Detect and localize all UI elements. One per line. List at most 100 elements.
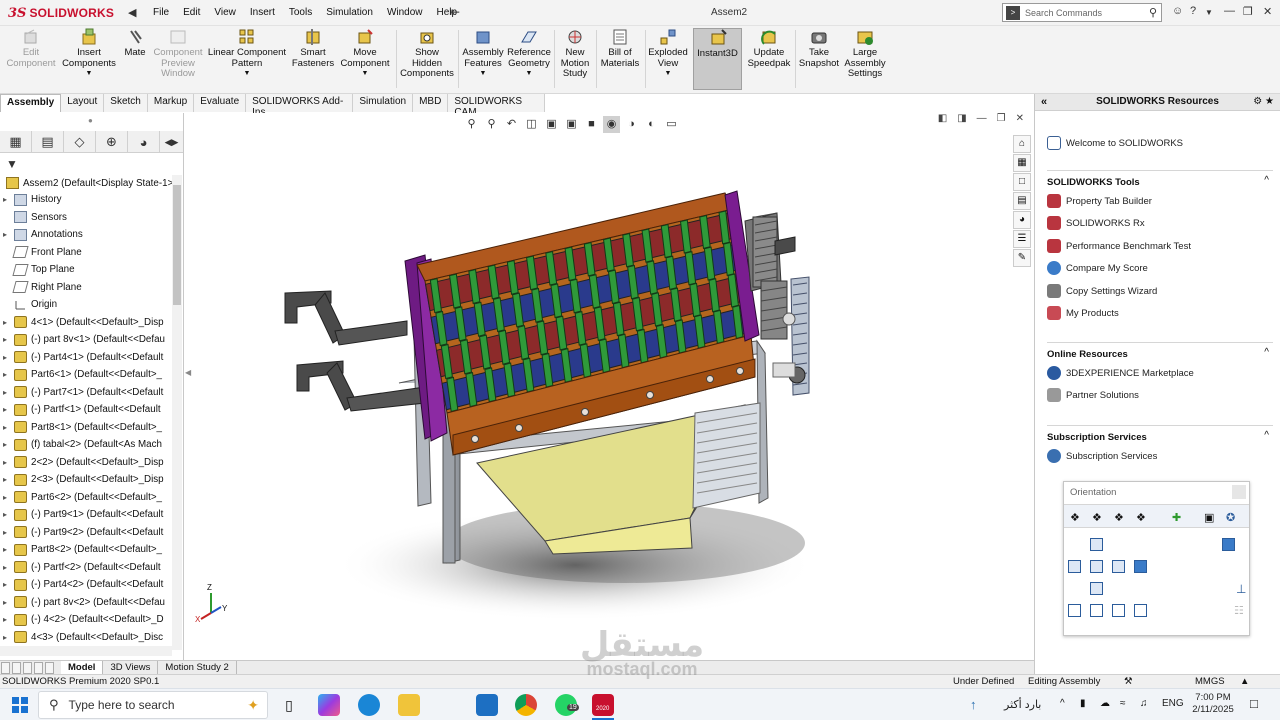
collapse-section-icon[interactable]: ^ bbox=[1264, 430, 1269, 441]
expand-arrow-icon[interactable]: ▸ bbox=[0, 440, 10, 449]
assembly-features-button[interactable]: Assembly Features ▼ bbox=[461, 28, 505, 90]
tree-item[interactable]: ▸ History bbox=[0, 191, 170, 209]
take-snapshot-button[interactable]: Take Snapshot bbox=[797, 28, 841, 90]
tree-item[interactable]: ▸ (-) Part4<2> (Default<<Default bbox=[0, 576, 170, 594]
help-dropdown-icon[interactable]: ▼ bbox=[1205, 8, 1213, 17]
expand-arrow-icon[interactable]: ▸ bbox=[0, 195, 10, 204]
menu-collapse-arrow-icon[interactable]: ◀ bbox=[128, 6, 138, 20]
copilot-icon[interactable] bbox=[318, 694, 340, 716]
tab-model[interactable]: Model bbox=[61, 661, 104, 674]
copy-settings-wizard-link[interactable]: Copy Settings Wizard bbox=[1047, 284, 1157, 298]
show-hidden-components-button[interactable]: Show Hidden Components bbox=[399, 28, 455, 90]
performance-benchmark-link[interactable]: Performance Benchmark Test bbox=[1047, 239, 1191, 253]
expand-arrow-icon[interactable]: ▸ bbox=[0, 580, 10, 589]
scroll-tab-icon[interactable] bbox=[45, 662, 54, 674]
collapse-task-pane-icon[interactable]: « bbox=[1041, 94, 1047, 110]
my-products-link[interactable]: My Products bbox=[1047, 306, 1119, 320]
tab-motion-study-2[interactable]: Motion Study 2 bbox=[158, 661, 237, 674]
pin-dialog-icon[interactable]: ✪ bbox=[1226, 511, 1235, 524]
insert-components-button[interactable]: Insert Components ▼ bbox=[60, 28, 118, 90]
smart-fasteners-button[interactable]: Smart Fasteners bbox=[290, 28, 336, 90]
update-speedpak-button[interactable]: Update Speedpak bbox=[746, 28, 792, 90]
expand-arrow-icon[interactable]: ▸ bbox=[0, 423, 10, 432]
design-library-tab-icon[interactable]: ▦ bbox=[1013, 154, 1031, 172]
taskbar-search-input[interactable]: ⚲ Type here to search ✦ bbox=[38, 691, 268, 719]
instant3d-button[interactable]: Instant3D bbox=[693, 28, 742, 90]
tab-scroll-arrows-icon[interactable]: ◀▶ bbox=[160, 131, 183, 153]
solidworks-rx-link[interactable]: SOLIDWORKS Rx bbox=[1047, 216, 1145, 230]
menu-window[interactable]: Window bbox=[380, 5, 430, 20]
shredder-3d-model[interactable] bbox=[185, 113, 1034, 660]
file-explorer-tab-icon[interactable]: □ bbox=[1013, 173, 1031, 191]
expand-arrow-icon[interactable]: ▸ bbox=[0, 563, 10, 572]
tree-item[interactable]: Right Plane bbox=[0, 279, 170, 297]
two-view-vertical-icon[interactable] bbox=[1112, 604, 1125, 617]
exploded-view-button[interactable]: Exploded View ▼ bbox=[647, 28, 689, 90]
mail-icon[interactable] bbox=[476, 694, 498, 716]
tree-item[interactable]: ▸ Annotations bbox=[0, 226, 170, 244]
menu-file[interactable]: File bbox=[146, 5, 176, 20]
chrome-icon[interactable] bbox=[515, 694, 537, 716]
feature-tree-tab-icon[interactable]: ▦ bbox=[0, 131, 32, 153]
tab-evaluate[interactable]: Evaluate bbox=[194, 94, 247, 112]
close-icon[interactable]: ✕ bbox=[1263, 5, 1272, 18]
top-view-icon[interactable] bbox=[1090, 538, 1103, 551]
expand-arrow-icon[interactable]: ▸ bbox=[0, 353, 10, 362]
bottom-view-icon[interactable] bbox=[1090, 582, 1103, 595]
expand-arrow-icon[interactable]: ▸ bbox=[0, 493, 10, 502]
expand-arrow-icon[interactable]: ▸ bbox=[0, 598, 10, 607]
expand-arrow-icon[interactable]: ▸ bbox=[0, 370, 10, 379]
user-icon[interactable]: ☺ bbox=[1172, 5, 1183, 17]
tab-simulation[interactable]: Simulation bbox=[353, 94, 414, 112]
section-solidworks-tools[interactable]: SOLIDWORKS Tools ^ bbox=[1047, 170, 1273, 188]
expand-arrow-icon[interactable]: ▸ bbox=[0, 388, 10, 397]
tree-item[interactable]: ▸ Part6<1> (Default<<Default>_ bbox=[0, 366, 170, 384]
tree-item[interactable]: ▸ (-) Partf<2> (Default<<Default bbox=[0, 559, 170, 577]
onedrive-icon[interactable]: ☁ bbox=[1100, 698, 1110, 709]
tree-item[interactable]: ▸ 4<1> (Default<<Default>_Disp bbox=[0, 314, 170, 332]
search-commands-input[interactable]: > Search Commands ⚲ bbox=[1002, 3, 1162, 22]
panel-grip-icon[interactable]: ● bbox=[88, 116, 93, 125]
clock[interactable]: 7:00 PM 2/11/2025 bbox=[1190, 692, 1236, 716]
menu-simulation[interactable]: Simulation bbox=[319, 5, 380, 20]
property-manager-tab-icon[interactable]: ▤ bbox=[32, 131, 64, 153]
search-icon[interactable]: ⚲ bbox=[1149, 6, 1157, 19]
link-views-icon[interactable]: ☷ bbox=[1234, 604, 1244, 617]
reset-standard-views-icon[interactable]: ❖ bbox=[1114, 511, 1124, 524]
tab-solidworks-cam[interactable]: SOLIDWORKS CAM bbox=[448, 94, 545, 118]
expand-arrow-icon[interactable]: ▸ bbox=[0, 230, 10, 239]
tree-item[interactable]: Sensors bbox=[0, 209, 170, 227]
tree-item[interactable]: Front Plane bbox=[0, 244, 170, 262]
tab-sketch[interactable]: Sketch bbox=[104, 94, 148, 112]
tree-item[interactable]: ▸ (-) Part7<1> (Default<<Default bbox=[0, 384, 170, 402]
file-explorer-icon[interactable] bbox=[398, 694, 420, 716]
tree-item[interactable]: ▸ Part6<2> (Default<<Default>_ bbox=[0, 489, 170, 507]
expand-arrow-icon[interactable]: ▸ bbox=[0, 335, 10, 344]
tab-3d-views[interactable]: 3D Views bbox=[103, 661, 159, 674]
collapse-section-icon[interactable]: ^ bbox=[1264, 347, 1269, 358]
tree-item[interactable]: ▸ Part8<2> (Default<<Default>_ bbox=[0, 541, 170, 559]
tree-item[interactable]: ▸ (-) Part9<2> (Default<<Default bbox=[0, 524, 170, 542]
notifications-icon[interactable]: □ bbox=[1250, 696, 1258, 711]
next-tab-icon[interactable] bbox=[23, 662, 32, 674]
tree-item[interactable]: ▸ (-) Part9<1> (Default<<Default bbox=[0, 506, 170, 524]
welcome-link[interactable]: Welcome to SOLIDWORKS bbox=[1047, 136, 1183, 150]
horizontal-scrollbar[interactable] bbox=[0, 646, 172, 656]
isometric-view-icon[interactable] bbox=[1222, 538, 1235, 551]
panel-splitter-handle-icon[interactable]: ◀ bbox=[185, 368, 191, 377]
tree-item[interactable]: ▸ Part8<1> (Default<<Default>_ bbox=[0, 419, 170, 437]
edge-icon[interactable] bbox=[358, 694, 380, 716]
task-view-icon[interactable]: ▯ bbox=[278, 694, 300, 716]
weather-text[interactable]: بارد أكثر bbox=[1004, 698, 1041, 711]
tree-item[interactable]: ▸ (-) Partf<1> (Default<<Default bbox=[0, 401, 170, 419]
volume-icon[interactable]: ♫ bbox=[1140, 698, 1148, 709]
tree-item[interactable]: ▸ (f) tabal<2> (Default<As Mach bbox=[0, 436, 170, 454]
tab-mbd[interactable]: MBD bbox=[413, 94, 449, 112]
menu-insert[interactable]: Insert bbox=[243, 5, 282, 20]
help-icon[interactable]: ? bbox=[1190, 5, 1196, 17]
new-view-icon[interactable]: ❖ bbox=[1070, 511, 1080, 524]
show-hidden-tray-icon[interactable]: ^ bbox=[1060, 698, 1065, 709]
windows-start-icon[interactable] bbox=[12, 697, 28, 713]
dimxpert-tab-icon[interactable]: ⊕ bbox=[96, 131, 128, 153]
expand-arrow-icon[interactable]: ▸ bbox=[0, 528, 10, 537]
